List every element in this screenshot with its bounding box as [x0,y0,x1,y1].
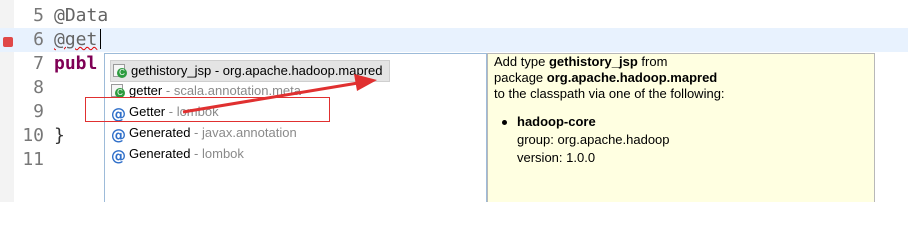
completion-info-panel: Add type gethistory_jsp from package org… [487,53,875,202]
doc-group: group: org.apache.hadoop [517,132,670,147]
completion-item-selected[interactable]: gethistory_jsp - org.apache.hadoop.mapre… [110,60,390,82]
editor-right-area [875,53,908,202]
annotation-icon: @ [111,147,126,165]
doc-text: from [637,54,668,69]
doc-artifact-name: hadoop-core [517,114,596,129]
code-text-error[interactable]: @get [54,28,97,52]
line-number: 10 [22,125,44,146]
completion-qualifier: scala.annotation.meta [173,83,302,98]
completion-name: Generated [129,125,191,140]
doc-package-name: org.apache.hadoop.mapred [546,70,718,85]
code-text[interactable]: @Data [54,4,108,28]
doc-artifact: hadoop-core [517,114,596,130]
doc-line: Add type gethistory_jsp from [494,54,667,70]
completion-separator: - [162,83,174,98]
line-number: 5 [33,5,44,26]
completion-qualifier: org.apache.hadoop.mapred [222,63,383,78]
line-number: 6 [33,29,44,50]
line-number: 11 [22,149,44,170]
code-text[interactable]: publ [54,52,97,76]
completion-item[interactable]: @ Generated - javax.annotation [111,123,297,143]
doc-text: package [494,70,547,85]
annotation-icon: @ [111,126,126,144]
completion-separator: - [211,63,223,78]
class-import-icon [113,64,127,78]
line-number: 8 [33,77,44,98]
completion-qualifier: lombok [202,146,244,161]
editor-line-current[interactable]: 6 @get [0,28,908,52]
annotation-highlight-box [85,97,330,122]
content-assist-popup[interactable]: gethistory_jsp - org.apache.hadoop.mapre… [104,53,487,202]
doc-type-name: gethistory_jsp [548,54,638,69]
error-marker-icon[interactable] [3,37,13,47]
line-number: 7 [33,53,44,74]
completion-name: getter [129,83,163,98]
completion-separator: - [190,146,202,161]
line-number: 9 [33,101,44,122]
doc-line: to the classpath via one of the followin… [494,86,725,101]
completion-separator: - [190,125,202,140]
completion-item[interactable]: @ Generated - lombok [111,144,244,164]
completion-qualifier: javax.annotation [202,125,297,140]
doc-line: package org.apache.hadoop.mapred [494,70,717,86]
text-caret [100,29,101,49]
code-text[interactable]: } [54,124,65,148]
editor-line[interactable]: 5 @Data [0,4,908,28]
doc-text: Add type [494,54,549,69]
doc-version: version: 1.0.0 [517,150,596,165]
completion-name: Generated [129,146,191,161]
class-import-icon [111,84,125,98]
bullet-icon [502,120,507,125]
completion-name: gethistory_jsp [131,63,212,78]
